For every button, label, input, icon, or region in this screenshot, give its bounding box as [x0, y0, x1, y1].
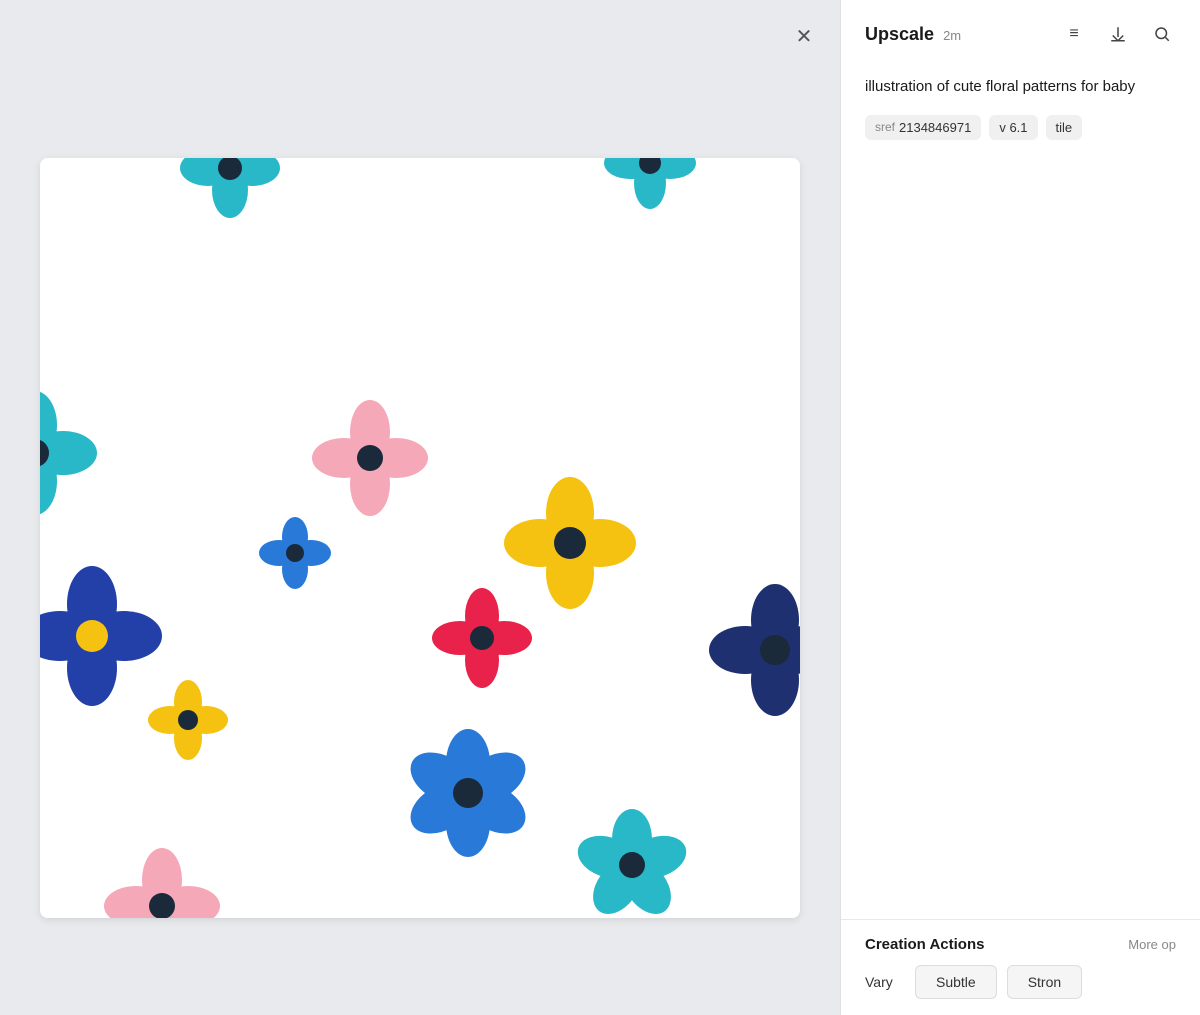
- header-icons: ≡: [1060, 20, 1176, 48]
- image-container: [40, 158, 800, 918]
- menu-button[interactable]: ≡: [1060, 20, 1088, 48]
- left-panel: ✕: [0, 0, 840, 1015]
- vary-strong-button[interactable]: Stron: [1007, 965, 1082, 999]
- time-badge: 2m: [943, 28, 961, 43]
- close-icon: ✕: [796, 24, 813, 49]
- search-icon: [1153, 25, 1171, 43]
- vary-row: Vary Subtle Stron: [865, 965, 1176, 999]
- right-panel: Upscale 2m ≡ illustration of cute floral…: [840, 0, 1200, 1015]
- version-tag: v 6.1: [989, 115, 1037, 140]
- menu-icon: ≡: [1069, 25, 1078, 43]
- search-button[interactable]: [1148, 20, 1176, 48]
- download-icon: [1109, 25, 1127, 43]
- floral-image: [40, 158, 800, 918]
- vary-subtle-button[interactable]: Subtle: [915, 965, 997, 999]
- creation-actions-header: Creation Actions More op: [865, 936, 1176, 953]
- more-options-link[interactable]: More op: [1128, 937, 1176, 952]
- creation-actions: Creation Actions More op Vary Subtle Str…: [841, 919, 1200, 1015]
- panel-title: Upscale 2m: [865, 24, 1048, 45]
- right-header: Upscale 2m ≡: [841, 0, 1200, 68]
- close-button[interactable]: ✕: [788, 20, 820, 52]
- download-button[interactable]: [1104, 20, 1132, 48]
- title-text: Upscale: [865, 24, 934, 44]
- prompt-text: illustration of cute floral patterns for…: [841, 68, 1200, 115]
- vary-label: Vary: [865, 974, 905, 990]
- sref-tag: sref 2134846971: [865, 115, 981, 140]
- tags-row: sref 2134846971 v 6.1 tile: [841, 115, 1200, 160]
- tile-tag: tile: [1046, 115, 1083, 140]
- creation-actions-title: Creation Actions: [865, 936, 984, 953]
